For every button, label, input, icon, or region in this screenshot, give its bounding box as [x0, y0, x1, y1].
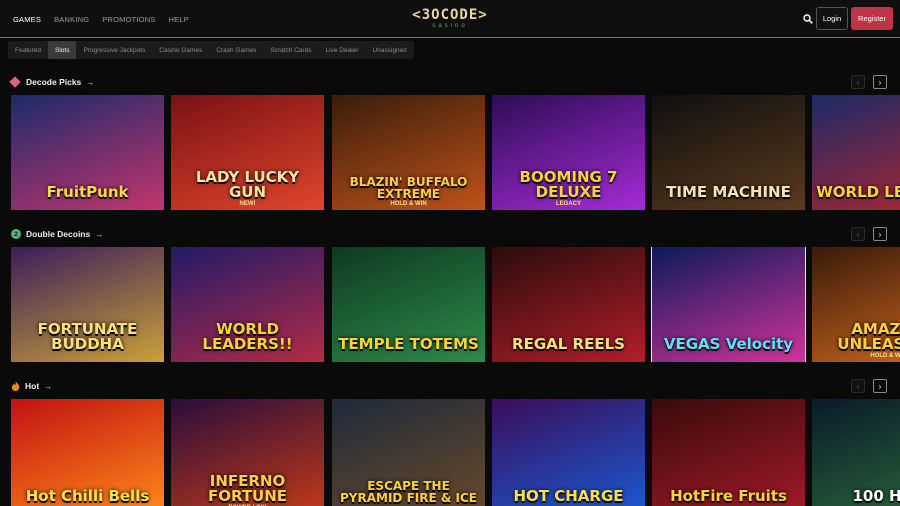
section-title[interactable]: Decode Picks [26, 77, 81, 87]
register-button[interactable]: Register [851, 7, 893, 30]
game-title: BLAZIN' BUFFALO EXTREME [349, 175, 468, 201]
game-tile[interactable]: TEMPLE TOTEMS [332, 247, 485, 362]
game-carousel: FORTUNATE BUDDHA WORLD LEADERS!! TEMPLE TO… [0, 247, 900, 362]
game-title: HotFire Fruits [670, 487, 787, 505]
game-title: FORTUNATE BUDDHA [37, 320, 138, 353]
tab-scratch-cards[interactable]: Scratch Cards [263, 41, 318, 59]
game-title: TIME MACHINE [666, 183, 791, 201]
diamond-icon [9, 76, 21, 88]
game-title: WORLD LEADERS!! [202, 320, 293, 353]
casino-logo[interactable]: <3OCODE> casino [404, 7, 496, 31]
tab-progressive-jackpots[interactable]: Progressive Jackpots [76, 41, 152, 59]
game-tile[interactable]: Hot Chilli Bells [11, 399, 164, 506]
game-subtitle: LEGACY [555, 201, 581, 207]
game-tile[interactable]: REGAL REELS [492, 247, 645, 362]
section-title[interactable]: Double Decoins [26, 229, 90, 239]
carousel-next-button[interactable]: › [873, 75, 887, 89]
nav-games[interactable]: GAMES [13, 15, 41, 24]
top-navigation-bar: GAMES BANKING PROMOTIONS HELP <3OCODE> c… [0, 0, 900, 38]
game-title: INFERNO FORTUNE [207, 472, 288, 505]
game-carousel: Hot Chilli Bells INFERNO FORTUNEPOWER LIN… [0, 399, 900, 506]
game-title: AMAZON UNLEASHED [837, 320, 900, 353]
arrow-right-icon[interactable]: → [44, 382, 52, 391]
game-carousel: FruitPunk LADY LUCKY GUN NEW! BLAZIN' BUFFA… [0, 95, 900, 210]
game-title: ESCAPE THE PYRAMID FIRE & ICE [340, 479, 477, 505]
category-tabs: Featured Slots Progressive Jackpots Casi… [8, 41, 414, 59]
carousel-next-button[interactable]: › [873, 227, 887, 241]
login-button[interactable]: Login [816, 7, 848, 30]
game-subtitle: HOLD & WIN [390, 201, 427, 207]
section-header: 2 Double Decoins → [11, 227, 103, 241]
carousel-prev-button[interactable]: ‹ [851, 75, 865, 89]
tab-slots[interactable]: Slots [48, 41, 77, 59]
game-subtitle: NEW! [239, 201, 256, 207]
flame-icon [11, 381, 20, 391]
nav-promotions[interactable]: PROMOTIONS [102, 15, 155, 24]
logo-subtitle: casino [432, 23, 468, 29]
game-tile[interactable]: WORLD LEADERS [812, 95, 900, 210]
game-tile[interactable]: BOOMING 7 DELUXE LEGACY [492, 95, 645, 210]
game-tile[interactable]: 100 HOT [812, 399, 900, 506]
tab-live-dealer[interactable]: Live Dealer [319, 41, 366, 59]
section-header: Hot → [11, 379, 52, 393]
game-title: LADY LUCKY GUN [195, 168, 300, 201]
game-title: 100 HOT [852, 487, 900, 505]
tab-crash-games[interactable]: Crash Games [209, 41, 263, 59]
two-coin-icon: 2 [11, 229, 21, 239]
main-nav: GAMES BANKING PROMOTIONS HELP [13, 0, 189, 38]
section-title[interactable]: Hot [25, 381, 39, 391]
game-tile[interactable]: INFERNO FORTUNEPOWER LINK [171, 399, 324, 506]
game-tile[interactable]: AMAZON UNLEASHEDHOLD & WIN [812, 247, 900, 362]
game-tile[interactable]: WORLD LEADERS!! [171, 247, 324, 362]
carousel-prev-button[interactable]: ‹ [851, 379, 865, 393]
tab-casino-games[interactable]: Casino Games [152, 41, 209, 59]
nav-help[interactable]: HELP [169, 15, 189, 24]
arrow-right-icon[interactable]: → [95, 230, 103, 239]
game-tile[interactable]: LADY LUCKY GUN NEW! [171, 95, 324, 210]
game-subtitle: HOLD & WIN [870, 353, 900, 359]
arrow-right-icon[interactable]: → [86, 78, 94, 87]
carousel-next-button[interactable]: › [873, 379, 887, 393]
tab-unassigned[interactable]: Unassigned [365, 41, 413, 59]
game-tile[interactable]: HotFire Fruits [652, 399, 805, 506]
game-tile[interactable]: ESCAPE THE PYRAMID FIRE & ICE [332, 399, 485, 506]
game-title: FruitPunk [46, 183, 129, 201]
tab-featured[interactable]: Featured [8, 41, 48, 59]
game-title: TEMPLE TOTEMS [338, 335, 479, 353]
game-tile[interactable]: FORTUNATE BUDDHA [11, 247, 164, 362]
section-header: Decode Picks → [9, 75, 94, 89]
carousel-prev-button[interactable]: ‹ [851, 227, 865, 241]
logo-wordmark: <3OCODE> [412, 7, 488, 23]
game-title: Hot Chilli Bells [25, 487, 150, 505]
game-tile[interactable]: VEGAS Velocity [651, 247, 806, 362]
game-tile[interactable]: TIME MACHINE [652, 95, 805, 210]
search-icon[interactable] [803, 14, 813, 24]
game-title: HOT CHARGE [513, 487, 624, 505]
game-title: VEGAS Velocity [663, 335, 794, 353]
game-title: BOOMING 7 DELUXE [519, 168, 618, 201]
game-title: WORLD LEADERS [816, 183, 900, 201]
game-tile[interactable]: BLAZIN' BUFFALO EXTREME HOLD & WIN [332, 95, 485, 210]
game-title: REGAL REELS [512, 335, 625, 353]
game-tile[interactable]: HOT CHARGE [492, 399, 645, 506]
game-tile[interactable]: FruitPunk [11, 95, 164, 210]
nav-banking[interactable]: BANKING [54, 15, 89, 24]
